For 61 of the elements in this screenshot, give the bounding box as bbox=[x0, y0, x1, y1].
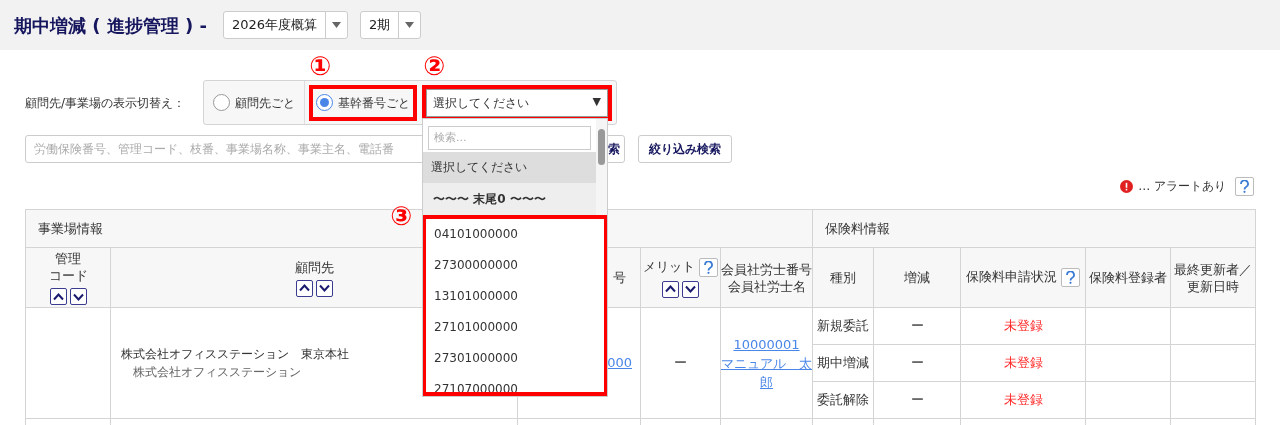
member-link[interactable]: 10000001 マニュアル 太郎 bbox=[721, 334, 813, 392]
chevron-up-icon bbox=[52, 292, 64, 301]
period-select[interactable]: 2026年度概算 bbox=[223, 11, 349, 39]
column-header: 管理 コード bbox=[25, 247, 111, 308]
annotation-number: ② bbox=[423, 53, 445, 79]
column-header: 種別 bbox=[812, 247, 874, 308]
sort-ascending-button[interactable] bbox=[662, 280, 679, 298]
chevron-up-icon bbox=[665, 285, 676, 293]
number-select[interactable]: 選択してください ▼ bbox=[426, 88, 608, 117]
filter-search-button[interactable]: 絞り込み検索 bbox=[638, 135, 732, 163]
annotation-number: ① bbox=[309, 53, 331, 79]
help-button[interactable] bbox=[1235, 176, 1254, 196]
chevron-down-icon bbox=[72, 292, 84, 301]
question-mark-icon bbox=[1066, 271, 1076, 284]
question-mark-icon bbox=[704, 260, 713, 274]
column-header: 増減 bbox=[873, 247, 961, 308]
question-mark-icon bbox=[1240, 179, 1249, 193]
table-cell: 未登録 bbox=[960, 381, 1086, 419]
column-header: 保険料登録者 bbox=[1085, 247, 1171, 308]
radio-button[interactable] bbox=[316, 94, 333, 111]
column-header: 保険料申請状況 bbox=[960, 247, 1086, 308]
caret-icon bbox=[405, 22, 415, 28]
sort-ascending-button[interactable] bbox=[49, 288, 67, 305]
caret-icon bbox=[332, 22, 342, 28]
sort-descending-button[interactable] bbox=[315, 279, 333, 297]
help-button[interactable] bbox=[1061, 268, 1081, 287]
sort-ascending-button[interactable] bbox=[295, 279, 313, 297]
table-cell: ー bbox=[873, 344, 961, 382]
chevron-down-icon bbox=[318, 284, 330, 292]
radio-option[interactable]: 顧問先ごと bbox=[204, 81, 305, 124]
group-header: 保険料情報 bbox=[812, 209, 1256, 248]
table-cell: ー bbox=[873, 381, 961, 419]
switch-label: 顧問先/事業場の表示切替え： bbox=[25, 94, 187, 112]
radio-button[interactable] bbox=[213, 94, 230, 111]
annotation-number: ③ bbox=[390, 203, 412, 229]
option-group-label: 〜〜〜 末尾0 〜〜〜 bbox=[423, 182, 596, 215]
table-cell: 未登録 bbox=[960, 307, 1086, 345]
page-title: 期中増減 ( 進捗管理 ) - bbox=[14, 13, 207, 38]
table-cell: 期中増減 bbox=[812, 344, 874, 382]
table-cell: 新規委託 bbox=[812, 307, 874, 345]
client-subname: 株式会社オフィスステーション bbox=[133, 364, 301, 381]
table-cell: 未登録 bbox=[960, 344, 1086, 382]
client-name: 株式会社オフィスステーション 東京本社 bbox=[121, 346, 349, 363]
period-select[interactable]: 2期 bbox=[360, 11, 422, 39]
table-cell: ー bbox=[873, 307, 961, 345]
alert-legend-text: … アラートあり bbox=[1138, 178, 1226, 195]
number-link[interactable]: 000 bbox=[607, 355, 632, 371]
column-header: 最終更新者／ 更新日時 bbox=[1170, 247, 1256, 308]
dropdown-option[interactable]: 選択してください bbox=[423, 151, 596, 183]
chevron-down-icon bbox=[685, 285, 696, 293]
table-cell: ー bbox=[640, 307, 721, 419]
help-button[interactable] bbox=[699, 257, 718, 277]
dropdown-search-field[interactable]: 検索... bbox=[428, 125, 591, 150]
radio-option[interactable]: 基幹番号ごと bbox=[313, 88, 413, 117]
sort-descending-button[interactable] bbox=[682, 280, 699, 298]
alert-icon bbox=[1120, 179, 1134, 193]
chevron-up-icon bbox=[298, 284, 310, 292]
sort-descending-button[interactable] bbox=[69, 288, 87, 305]
column-header: メリット bbox=[640, 247, 721, 308]
column-header: 会員社労士番号 会員社労士名 bbox=[720, 247, 813, 308]
table-cell: 委託解除 bbox=[812, 381, 874, 419]
